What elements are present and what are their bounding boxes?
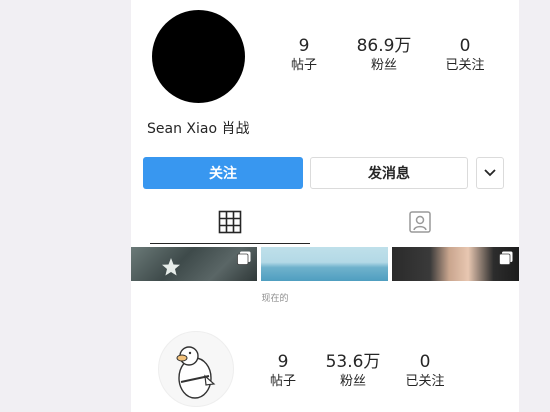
tagged-person-icon <box>409 210 431 233</box>
profile-avatar-2[interactable] <box>158 331 234 407</box>
tab-tagged[interactable] <box>340 200 500 243</box>
stat-posts-label: 帖子 <box>290 58 318 73</box>
left-margin <box>0 0 131 412</box>
profile-avatar[interactable] <box>152 10 245 103</box>
stat-followers[interactable]: 86.9万 粉丝 <box>357 36 412 75</box>
message-button[interactable]: 发消息 <box>310 157 468 189</box>
right-margin <box>519 0 550 412</box>
post-thumbnail[interactable] <box>261 247 388 281</box>
chevron-down-icon <box>484 169 496 177</box>
caption-text: 现在的 <box>261 294 289 304</box>
stat-posts[interactable]: 9 帖子 <box>291 36 317 75</box>
stat-followers-value: 86.9万 <box>356 36 412 56</box>
post-thumbnail[interactable] <box>131 247 257 281</box>
stat-followers-label: 粉丝 <box>370 58 398 73</box>
multiple-photos-icon <box>499 251 513 265</box>
profile-username: Sean Xiao 肖战 <box>147 121 250 137</box>
stat-posts-2-label: 帖子 <box>269 374 297 389</box>
stat-following-2[interactable]: 0 已关注 <box>405 352 444 391</box>
stat-posts-value: 9 <box>298 36 310 56</box>
stat-followers-2[interactable]: 53.6万 粉丝 <box>326 352 381 391</box>
stat-posts-2-value: 9 <box>277 352 289 372</box>
duck-avatar-icon <box>176 346 216 399</box>
stat-followers-2-value: 53.6万 <box>325 352 381 372</box>
grid-icon <box>218 210 242 233</box>
multiple-photos-icon <box>237 251 251 265</box>
tab-grid[interactable] <box>150 200 310 244</box>
star-decoration-icon <box>162 258 180 276</box>
stat-posts-2[interactable]: 9 帖子 <box>270 352 296 391</box>
stat-following-value: 0 <box>459 36 471 56</box>
follow-button[interactable]: 关注 <box>143 157 303 189</box>
stat-following[interactable]: 0 已关注 <box>445 36 484 75</box>
suggestions-dropdown-button[interactable] <box>476 157 504 189</box>
stat-following-2-label: 已关注 <box>405 374 445 389</box>
stat-following-label: 已关注 <box>445 58 485 73</box>
stat-following-2-value: 0 <box>419 352 431 372</box>
post-thumbnail[interactable] <box>392 247 519 281</box>
stat-followers-2-label: 粉丝 <box>339 374 367 389</box>
